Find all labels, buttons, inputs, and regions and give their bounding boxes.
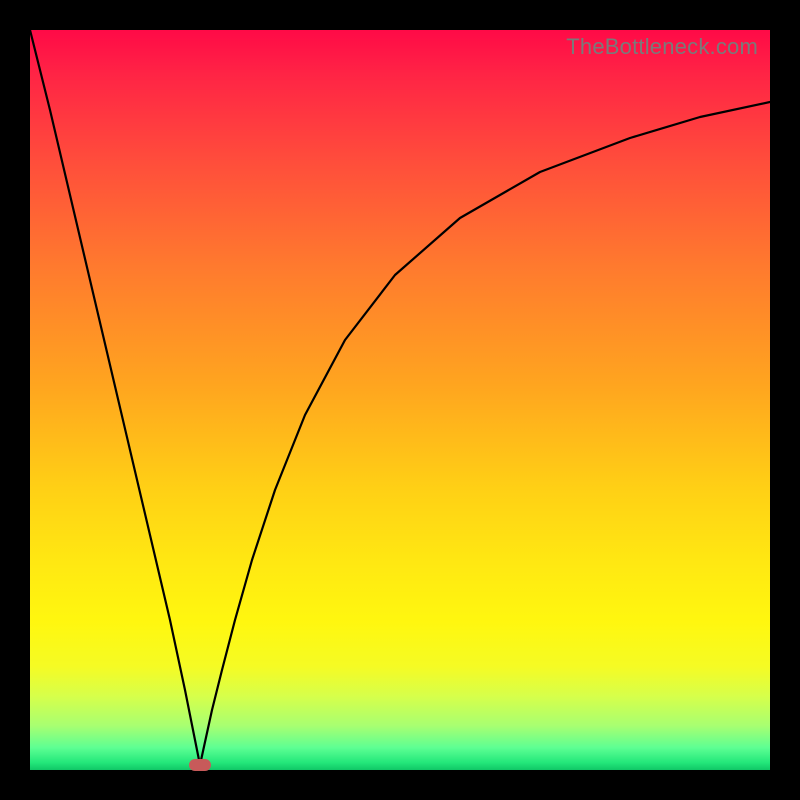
bottleneck-marker (189, 759, 211, 771)
watermark-text: TheBottleneck.com (566, 34, 758, 60)
curve-svg (30, 30, 770, 770)
curve-path (30, 30, 770, 765)
chart-frame: TheBottleneck.com (0, 0, 800, 800)
plot-area: TheBottleneck.com (30, 30, 770, 770)
